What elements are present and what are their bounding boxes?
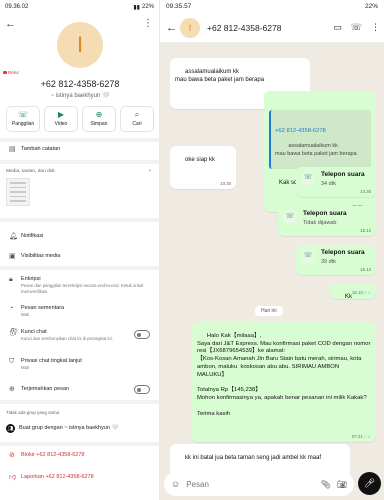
microphone-icon[interactable]: 🎤︎ (358, 472, 381, 495)
more-options-icon[interactable]: ⋮ (371, 22, 380, 33)
chat-lock-icon: 🔐︎ (9, 329, 18, 336)
create-group-item[interactable]: 👥︎ Buat grup dengan ~ istinya baekhyun 🤍 (0, 424, 159, 433)
quoted-message[interactable]: +62 812-4358-6278 assalamualaikum kk mau… (269, 109, 371, 169)
video-icon: ▶ (57, 110, 65, 119)
status-time: 09.35.57 (166, 3, 192, 10)
phone-icon: ☏ (17, 110, 28, 119)
chat-lock-toggle[interactable] (134, 330, 150, 339)
add-note-item[interactable]: ▤ Tambah catatan (0, 146, 159, 153)
media-thumbnail[interactable] (6, 178, 30, 206)
voice-call-message[interactable]: ☏ Telepon suara Tidak dijawab 15.12 (278, 206, 376, 236)
block-contact-item[interactable]: ⊘ Blokir +62 812-4358-6278 (0, 452, 159, 459)
divider (0, 138, 159, 142)
divider (0, 218, 159, 222)
retur-label: Retur (3, 70, 19, 75)
add-call-icon[interactable]: ☏ (351, 22, 362, 33)
block-icon: ⊘ (9, 452, 15, 459)
call-button[interactable]: ☏ Panggilan (6, 106, 40, 132)
read-receipt-icon: ✓✓ (363, 434, 371, 440)
label-icon[interactable]: ▭ (333, 22, 342, 33)
save-contact-button[interactable]: ⊕ Simpan (82, 106, 116, 132)
chat-header: ← I +62 812-4358-6278 ▭ ☏ ⋮ (160, 13, 384, 43)
date-separator: Hari ini (255, 306, 283, 316)
report-contact-item[interactable]: 👎︎ Laporkan +62 812-4358-6278 (0, 474, 159, 481)
outgoing-call-icon: ☏ (301, 171, 315, 185)
divider (0, 400, 159, 404)
media-section-label[interactable]: Media, tautan, dan dok (6, 169, 55, 174)
read-receipt-icon: ✓✓ (363, 290, 371, 296)
status-bar: 09.35.57 22% (160, 0, 384, 13)
battery-level: 22% (364, 3, 378, 10)
more-options-icon[interactable]: ⋮ (143, 18, 153, 29)
globe-icon: ⊕ (9, 386, 15, 393)
message-outgoing[interactable]: Kk 15.13✓✓ (330, 283, 376, 300)
chevron-right-icon[interactable]: › (149, 168, 151, 174)
chat-panel: 09.35.57 22% ← I +62 812-4358-6278 ▭ ☏ ⋮… (160, 0, 384, 500)
advanced-privacy-item[interactable]: ⛉ Privasi chat tingkat lanjut Mati (0, 358, 159, 371)
message-input-bar: ☺ Pesan 📎︎ 📷︎ (164, 472, 354, 496)
divider (0, 266, 159, 270)
contact-actions: ☏ Panggilan ▶ Video ⊕ Simpan ⌕ Cari (6, 106, 154, 132)
search-button[interactable]: ⌕ Cari (120, 106, 154, 132)
bell-icon: 🔔︎ (9, 233, 18, 240)
signal-icon: ▮▮ (133, 4, 140, 11)
encryption-item[interactable]: 🔒︎ Enkripsi Pesan dan panggilan terenkri… (0, 276, 159, 294)
emoji-icon[interactable]: ☺ (171, 479, 180, 489)
message-input[interactable]: Pesan (186, 480, 314, 489)
message-incoming[interactable]: oke siap kk 10.30 (170, 146, 236, 189)
message-outgoing[interactable]: Halo Kak【milaaa】, Saya dari J&T Express.… (192, 322, 376, 442)
search-icon: ⌕ (134, 110, 140, 119)
video-button[interactable]: ▶ Video (44, 106, 78, 132)
missed-call-icon: ☏ (283, 210, 297, 224)
divider (0, 160, 159, 164)
media-visibility-item[interactable]: ▣ Visibilitas media (0, 253, 159, 260)
image-icon: ▣ (9, 253, 16, 260)
divider (0, 442, 159, 446)
translate-toggle[interactable] (134, 385, 150, 394)
message-list: assalamualaikum kk mau bawa beta paket j… (160, 43, 384, 487)
contact-avatar[interactable]: I (57, 22, 103, 68)
chat-avatar[interactable]: I (180, 17, 200, 38)
attachment-icon[interactable]: 📎︎ (321, 480, 331, 489)
notifications-item[interactable]: 🔔︎ Notifikasi (0, 233, 159, 240)
flag-icon (3, 71, 7, 74)
battery-level: 22% (141, 4, 154, 10)
lock-icon: 🔒︎ (9, 276, 13, 283)
contact-phone: +62 812-4358-6278 (40, 79, 120, 89)
status-time: 09.36.02 (5, 4, 29, 10)
chat-title[interactable]: +62 812-4358-6278 (207, 23, 333, 33)
back-arrow-icon[interactable]: ← (5, 18, 16, 30)
note-icon: ▤ (9, 146, 16, 153)
shield-icon: ⛉ (9, 358, 15, 365)
thumbs-down-icon: 👎︎ (9, 474, 17, 481)
common-groups-label: Tidak ada grup yang sama (6, 410, 60, 415)
voice-call-message[interactable]: ☏ Telepon suara 34 dtk 14.35 (296, 167, 376, 197)
group-icon: 👥︎ (6, 424, 15, 433)
contact-name: ~ istinya baekhyun 🤍 (50, 93, 110, 99)
add-person-icon: ⊕ (95, 110, 103, 119)
timer-icon: ◔ (9, 305, 14, 312)
status-bar: 09.36.02 ▮▮ 22% (0, 0, 159, 14)
disappearing-messages-item[interactable]: ◔ Pesan sementara Mati (0, 305, 159, 318)
camera-icon[interactable]: 📷︎ (337, 480, 347, 489)
outgoing-call-icon: ☏ (301, 249, 315, 263)
contact-info-panel: 09.36.02 ▮▮ 22% ← ⋮ I Retur +62 812-4358… (0, 0, 160, 500)
voice-call-message[interactable]: ☏ Telepon suara 39 dtk 15.13 (296, 245, 376, 275)
back-arrow-icon[interactable]: ← (166, 22, 180, 34)
